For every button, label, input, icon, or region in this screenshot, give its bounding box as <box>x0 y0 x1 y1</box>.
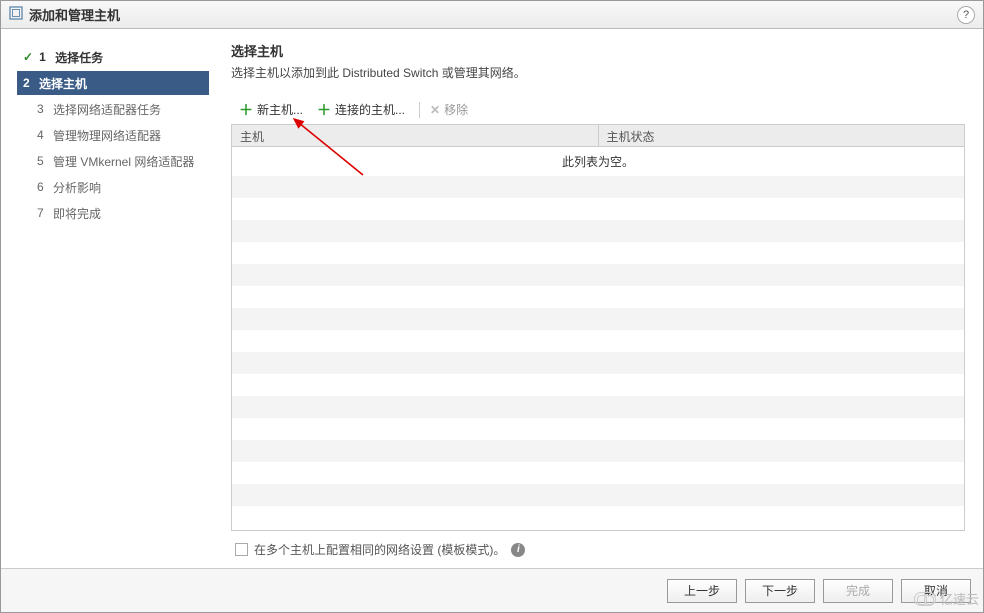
step-num: 7 <box>37 206 51 220</box>
step-label: 管理物理网络适配器 <box>53 127 161 144</box>
connected-host-label: 连接的主机... <box>335 101 405 118</box>
step-label: 即将完成 <box>53 205 101 222</box>
table-row <box>232 176 964 198</box>
remove-label: 移除 <box>444 101 468 118</box>
toolbar: ＋ 新主机... ＋ 连接的主机... ✕ 移除 <box>231 99 965 120</box>
col-status[interactable]: 主机状态 <box>599 125 965 146</box>
step-label: 选择网络适配器任务 <box>53 101 161 118</box>
dialog-body: ✓ 1 选择任务 2 选择主机 3 选择网络适配器任务 4 管理物理网络适配器 <box>1 29 983 568</box>
table-row <box>232 418 964 440</box>
toolbar-divider <box>419 102 420 118</box>
template-mode-label: 在多个主机上配置相同的网络设置 (模板模式)。 <box>254 541 505 558</box>
empty-message: 此列表为空。 <box>232 147 964 176</box>
finish-button: 完成 <box>823 579 893 603</box>
template-mode-option: 在多个主机上配置相同的网络设置 (模板模式)。 i <box>231 531 965 568</box>
table-body: 此列表为空。 <box>232 147 964 530</box>
step-label: 管理 VMkernel 网络适配器 <box>53 153 194 170</box>
step-num: 5 <box>37 154 51 168</box>
new-host-label: 新主机... <box>257 101 303 118</box>
connected-host-button[interactable]: ＋ 连接的主机... <box>313 99 409 120</box>
step-1[interactable]: ✓ 1 选择任务 <box>17 45 209 69</box>
template-mode-checkbox[interactable] <box>235 543 248 556</box>
step-4: 4 管理物理网络适配器 <box>17 123 209 147</box>
remove-icon: ✕ <box>430 103 440 117</box>
step-num: 1 <box>39 50 53 64</box>
step-label: 选择主机 <box>39 75 87 92</box>
col-host[interactable]: 主机 <box>232 125 599 146</box>
table-row <box>232 264 964 286</box>
remove-button: ✕ 移除 <box>430 101 468 118</box>
check-icon: ✓ <box>23 50 33 64</box>
table-row <box>232 506 964 528</box>
step-label: 分析影响 <box>53 179 101 196</box>
step-num: 6 <box>37 180 51 194</box>
page-desc: 选择主机以添加到此 Distributed Switch 或管理其网络。 <box>231 64 965 81</box>
step-2[interactable]: 2 选择主机 <box>17 71 209 95</box>
help-button[interactable]: ? <box>957 6 975 24</box>
plus-icon: ＋ <box>317 103 331 117</box>
info-icon[interactable]: i <box>511 543 525 557</box>
table-row <box>232 484 964 506</box>
step-6: 6 分析影响 <box>17 175 209 199</box>
step-num: 3 <box>37 102 51 116</box>
step-label: 选择任务 <box>55 49 103 66</box>
wizard-dialog: 添加和管理主机 ? ✓ 1 选择任务 2 选择主机 3 选择网络适配器任务 4 <box>0 0 984 613</box>
main-pane: 选择主机 选择主机以添加到此 Distributed Switch 或管理其网络… <box>219 29 983 568</box>
step-num: 2 <box>23 76 37 90</box>
footer-buttons: 上一步 下一步 完成 取消 <box>1 568 983 612</box>
table-row <box>232 462 964 484</box>
table-row <box>232 396 964 418</box>
app-icon <box>9 6 23 23</box>
new-host-button[interactable]: ＋ 新主机... <box>235 99 307 120</box>
next-button[interactable]: 下一步 <box>745 579 815 603</box>
hosts-table: 主机 主机状态 此列表为空。 <box>231 124 965 531</box>
step-5: 5 管理 VMkernel 网络适配器 <box>17 149 209 173</box>
table-row <box>232 242 964 264</box>
step-num: 4 <box>37 128 51 142</box>
table-row <box>232 198 964 220</box>
table-row <box>232 308 964 330</box>
dialog-title: 添加和管理主机 <box>29 5 957 24</box>
back-button[interactable]: 上一步 <box>667 579 737 603</box>
table-row <box>232 286 964 308</box>
title-bar: 添加和管理主机 ? <box>1 1 983 29</box>
wizard-sidebar: ✓ 1 选择任务 2 选择主机 3 选择网络适配器任务 4 管理物理网络适配器 <box>1 29 219 568</box>
table-row <box>232 220 964 242</box>
table-row <box>232 330 964 352</box>
step-7: 7 即将完成 <box>17 201 209 225</box>
table-row <box>232 374 964 396</box>
step-3: 3 选择网络适配器任务 <box>17 97 209 121</box>
table-header: 主机 主机状态 <box>232 125 964 147</box>
table-row <box>232 352 964 374</box>
cancel-button[interactable]: 取消 <box>901 579 971 603</box>
plus-icon: ＋ <box>239 103 253 117</box>
table-row <box>232 440 964 462</box>
page-title: 选择主机 <box>231 41 965 60</box>
